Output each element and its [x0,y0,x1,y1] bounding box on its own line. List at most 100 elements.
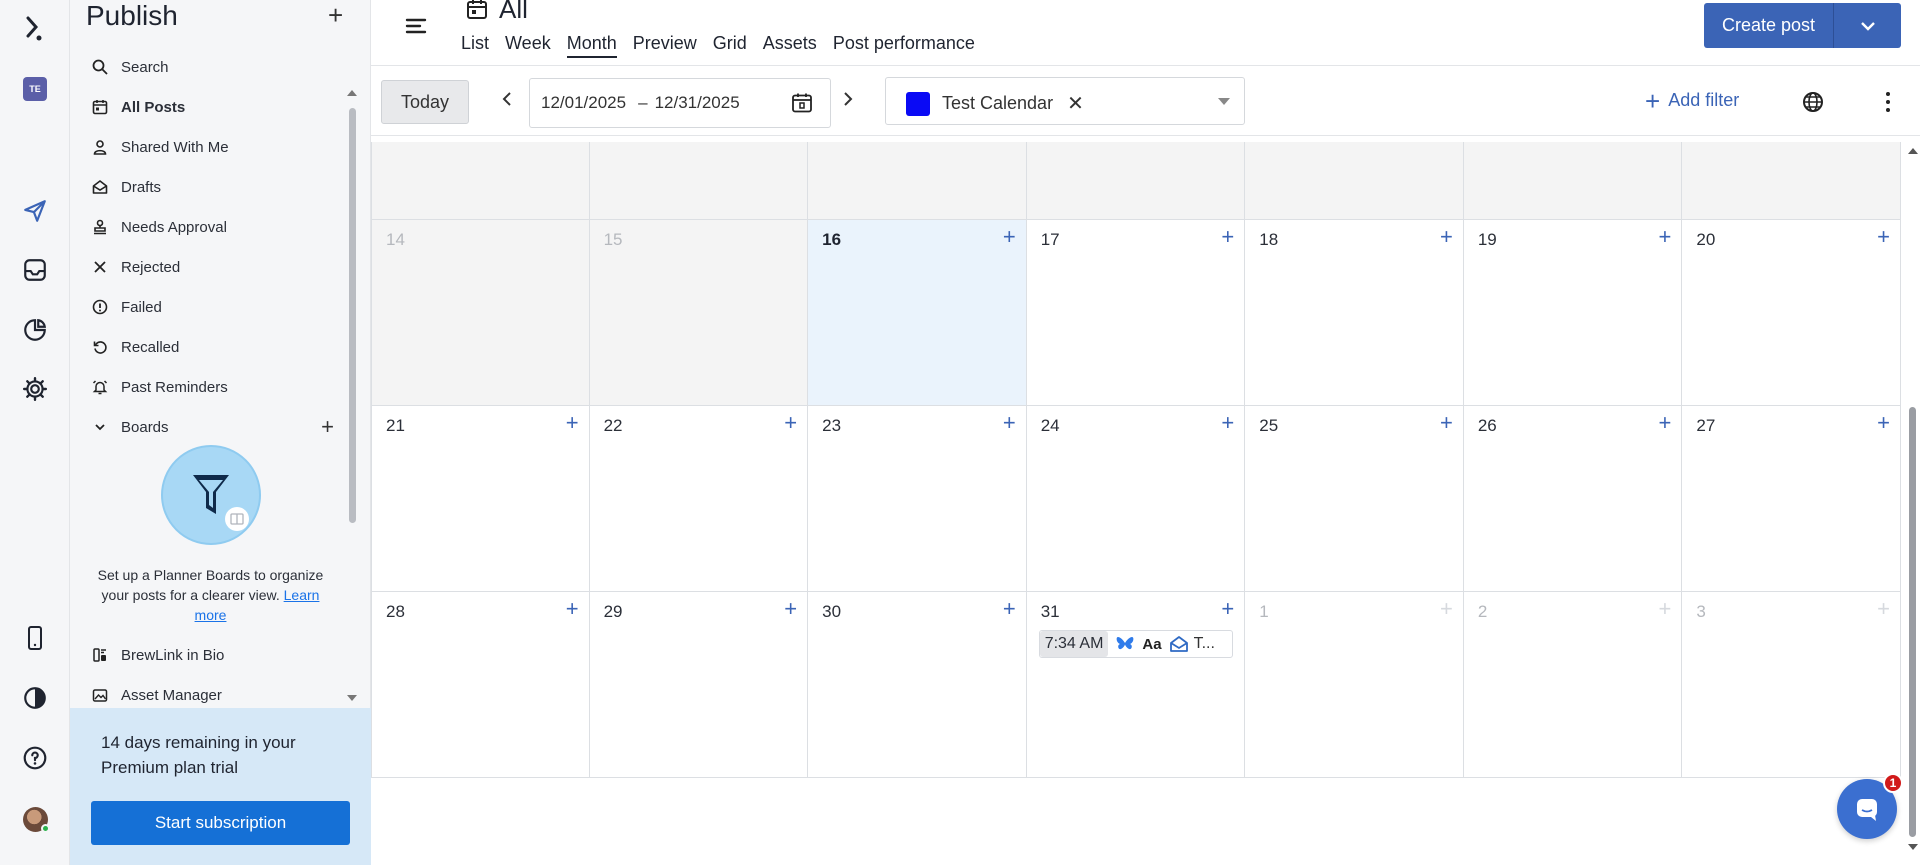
add-post-to-day-icon[interactable]: + [784,596,797,622]
calendar-selector[interactable]: Test Calendar ✕ [885,77,1245,125]
calendar-day-cell[interactable]: 22 + [590,406,809,591]
add-post-to-day-icon[interactable]: + [1221,224,1234,250]
calendar-dropdown-caret-icon[interactable] [1218,98,1230,105]
add-post-to-day-icon[interactable]: + [566,596,579,622]
calendar-day-cell[interactable]: 30 + [808,592,1027,777]
sidebar-item-boards[interactable]: Boards + [70,407,350,447]
sidebar-item-all-posts[interactable]: All Posts [70,87,350,127]
calendar-day-cell[interactable]: 21 + [371,406,590,591]
calendar-day-cell[interactable]: 26 + [1464,406,1683,591]
brand-logo-icon[interactable] [20,14,50,44]
calendar-day-cell[interactable]: 23 + [808,406,1027,591]
calendar-day-cell[interactable]: 1 + [1245,592,1464,777]
date-range-picker[interactable]: 12/01/2025 – 12/31/2025 [529,78,831,128]
create-post-button[interactable]: Create post [1704,3,1834,48]
add-post-to-day-icon[interactable]: + [1440,224,1453,250]
sidebar-item-search[interactable]: Search [70,47,350,87]
create-post-dropdown[interactable] [1834,3,1901,48]
calendar-day-cell[interactable]: 28 + [371,592,590,777]
undo-rotate-icon [90,337,110,357]
tab-post-performance[interactable]: Post performance [833,33,975,58]
add-post-to-day-icon[interactable]: + [1003,410,1016,436]
calendar-scroll-thumb[interactable] [1909,407,1916,837]
tab-assets[interactable]: Assets [763,33,817,58]
help-question-icon[interactable] [20,743,50,773]
sidebar-item-drafts[interactable]: Drafts [70,167,350,207]
add-post-to-day-icon[interactable]: + [1003,596,1016,622]
add-post-to-day-icon[interactable]: + [1877,410,1890,436]
inbox-icon[interactable] [20,255,50,285]
add-post-to-day-icon[interactable]: + [1659,410,1672,436]
calendar-day-cell[interactable]: 24 + [1027,406,1246,591]
add-post-to-day-icon[interactable]: + [566,410,579,436]
add-post-to-day-icon[interactable]: + [1440,410,1453,436]
sidebar-scroll-thumb[interactable] [349,108,356,523]
analytics-pie-icon[interactable] [20,315,50,345]
settings-gear-icon[interactable] [20,374,50,404]
tab-list[interactable]: List [461,33,489,58]
sidebar-add-icon[interactable]: + [328,2,343,28]
timezone-globe-icon[interactable] [1801,90,1825,114]
calendar-day-cell[interactable]: 3 + [1682,592,1901,777]
add-post-to-day-icon[interactable]: + [1877,224,1890,250]
add-post-to-day-icon[interactable]: + [1877,596,1890,622]
scroll-up-arrow-icon[interactable] [1906,146,1920,156]
remove-calendar-icon[interactable]: ✕ [1067,91,1084,116]
sidebar-item-brewlink[interactable]: BrewLink in Bio [70,635,350,675]
start-subscription-button[interactable]: Start subscription [91,801,350,845]
sidebar-item-past-reminders[interactable]: Past Reminders [70,367,350,407]
today-button[interactable]: Today [381,80,469,124]
calendar-day-cell[interactable]: 15 [589,220,809,405]
sidebar-item-needs-approval[interactable]: Needs Approval [70,207,350,247]
calendar-day-cell[interactable]: 31 +7:34 AM Aa T... [1027,592,1246,777]
support-chat-button[interactable]: 1 [1837,773,1903,839]
add-post-to-day-icon[interactable]: + [1659,596,1672,622]
calendar-day-cell[interactable]: 29 + [590,592,809,777]
sidebar-item-rejected[interactable]: Rejected [70,247,350,287]
calendar-scrollbar[interactable] [1906,142,1920,865]
calendar-day-cell[interactable]: 27 + [1682,406,1901,591]
contrast-theme-icon[interactable] [20,683,50,713]
add-post-to-day-icon[interactable]: + [1659,224,1672,250]
calendar-day-cell[interactable]: 2 + [1464,592,1683,777]
add-post-to-day-icon[interactable]: + [784,410,797,436]
image-folder-icon [90,685,110,705]
sidebar-scrollbar[interactable] [346,88,358,708]
scroll-up-arrow-icon[interactable] [346,88,358,98]
previous-month-icon[interactable] [501,90,513,113]
add-post-to-day-icon[interactable]: + [1221,596,1234,622]
tab-preview[interactable]: Preview [633,33,697,58]
sidebar-item-recalled[interactable]: Recalled [70,327,350,367]
workspace-badge[interactable]: TE [23,77,47,101]
calendar-day-cell[interactable]: 16 + [808,220,1027,405]
publish-send-icon[interactable] [20,196,50,226]
day-number: 26 [1477,416,1497,435]
scroll-down-arrow-icon[interactable] [1906,842,1920,852]
calendar-day-cell[interactable]: 25 + [1245,406,1464,591]
date-picker-calendar-icon[interactable] [791,92,813,114]
sidebar-item-failed[interactable]: Failed [70,287,350,327]
sidebar-item-shared-with-me[interactable]: Shared With Me [70,127,350,167]
add-filter-button[interactable]: + Add filter [1645,88,1739,114]
add-post-to-day-icon[interactable]: + [1221,410,1234,436]
add-post-to-day-icon[interactable]: + [1003,224,1016,250]
next-month-icon[interactable] [842,90,854,113]
tab-month[interactable]: Month [566,33,617,58]
calendar-day-cell[interactable]: 17 + [1027,220,1246,405]
menu-hamburger-icon[interactable] [404,14,428,38]
mobile-device-icon[interactable] [20,623,50,653]
calendar-day-cell[interactable]: 14 [371,220,590,405]
tab-grid[interactable]: Grid [713,33,747,58]
board-mini-icon [225,507,249,531]
more-options-icon[interactable] [1876,90,1900,114]
add-board-icon[interactable]: + [321,414,334,440]
calendar-post-event[interactable]: 7:34 AM Aa T... [1038,630,1233,658]
tab-week[interactable]: Week [505,33,551,58]
calendar-day-cell[interactable]: 18 + [1245,220,1464,405]
calendar-day-cell[interactable]: 19 + [1464,220,1683,405]
user-avatar[interactable] [23,807,50,833]
scroll-down-arrow-icon[interactable] [346,693,358,703]
add-post-to-day-icon[interactable]: + [1440,596,1453,622]
sidebar-item-label: Recalled [121,338,180,356]
calendar-day-cell[interactable]: 20 + [1682,220,1901,405]
